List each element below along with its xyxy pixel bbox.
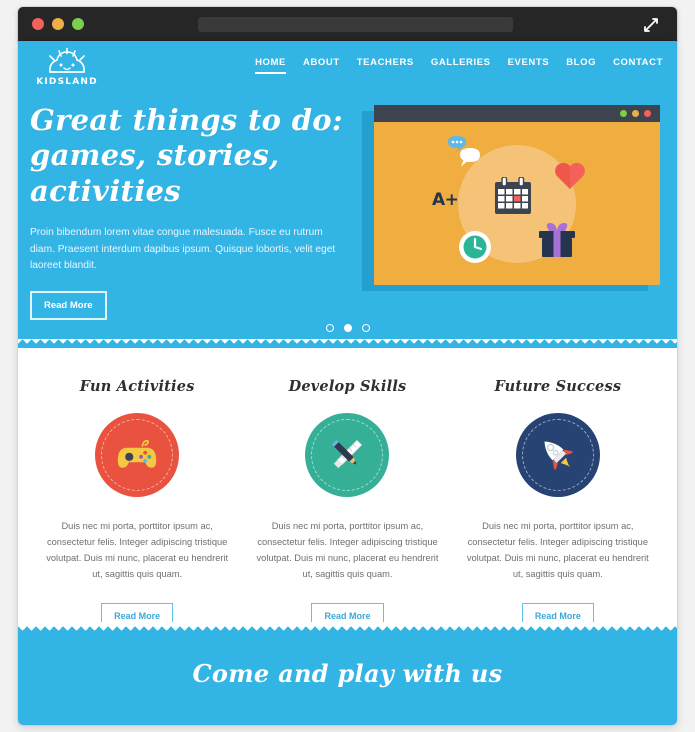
heart-icon [555,162,585,189]
hero-section: KIDSLAND HOME ABOUT TEACHERS GALLERIES E… [18,41,677,348]
illustration-traffic-lights [620,110,651,117]
slider-dot-1[interactable] [325,324,334,332]
zigzag-divider-hero [18,339,677,348]
cta-section: Come and play with us [18,622,677,725]
feature-badge [305,413,390,497]
screenshot-root: KIDSLAND HOME ABOUT TEACHERS GALLERIES E… [0,0,695,732]
minimize-button[interactable] [52,18,64,30]
hero-heading: Great things to do: games, stories, acti… [30,103,360,209]
illustration-titlebar [374,105,660,122]
zigzag-divider-cta [18,622,677,631]
feature-badge [515,413,600,497]
hero-copy: Great things to do: games, stories, acti… [30,103,360,320]
grade-a-plus-label: A+ [432,190,459,210]
illustration-browser-window: A+ [374,105,660,285]
feature-title: Future Success [494,378,622,395]
slider-dot-3[interactable] [361,324,370,332]
feature-text: Duis nec mi porta, porttitor ipsum ac, c… [256,521,439,579]
nav-item-galleries[interactable]: GALLERIES [431,57,491,72]
feature-badge [95,413,180,497]
calendar-icon [495,177,531,214]
zoom-button[interactable] [72,18,84,30]
site-header: KIDSLAND HOME ABOUT TEACHERS GALLERIES E… [18,41,677,93]
cta-heading: Come and play with us [192,659,503,688]
address-bar[interactable] [198,17,513,32]
main-navigation: HOME ABOUT TEACHERS GALLERIES EVENTS BLO… [255,57,663,74]
nav-item-home[interactable]: HOME [255,57,286,74]
close-button[interactable] [32,18,44,30]
clock-icon [459,231,491,263]
slider-pagination [18,324,677,332]
nav-item-about[interactable]: ABOUT [303,57,340,72]
hero-paragraph: Proin bibendum lorem vitae congue malesu… [30,227,336,272]
illustration-dot-yellow [632,110,639,117]
feature-card-fun-activities: Fun Activities Duis nec mi porta, portti… [32,378,242,629]
hero-heading-line2: games, stories, activities [30,138,280,208]
speech-bubble-icon [448,136,480,167]
hero-illustration: A+ [362,105,662,291]
slider-dot-2[interactable] [343,324,352,332]
logo-wordmark: KIDSLAND [36,77,98,87]
sun-face-icon [49,47,85,73]
browser-chrome [18,7,677,41]
hero-heading-line1: Great things to do: [30,103,343,137]
rocket-icon [544,441,573,470]
nav-item-events[interactable]: EVENTS [508,57,550,72]
gift-icon [539,223,575,257]
nav-item-teachers[interactable]: TEACHERS [357,57,414,72]
feature-card-future-success: Future Success Duis nec mi porta, portti… [453,378,663,629]
feature-text: Duis nec mi porta, porttitor ipsum ac, c… [466,521,649,579]
pencil-ruler-icon [332,439,363,469]
nav-item-blog[interactable]: BLOG [566,57,596,72]
hero-read-more-button[interactable]: Read More [30,290,107,320]
website-viewport: KIDSLAND HOME ABOUT TEACHERS GALLERIES E… [18,41,677,725]
illustration-dot-green [620,110,627,117]
nav-item-contact[interactable]: CONTACT [613,57,663,72]
feature-card-develop-skills: Develop Skills Duis nec mi porta, portti… [242,378,452,629]
feature-text: Duis nec mi porta, porttitor ipsum ac, c… [46,521,229,579]
gamepad-icon [117,439,157,468]
feature-title: Develop Skills [288,378,407,395]
feature-title: Fun Activities [79,378,195,395]
site-logo[interactable]: KIDSLAND [30,47,104,93]
illustration-stage: A+ [374,122,660,285]
features-section: Fun Activities Duis nec mi porta, portti… [18,348,677,629]
traffic-lights [32,18,84,30]
illustration-dot-red [644,110,651,117]
expand-diagonal-icon[interactable] [641,15,661,35]
